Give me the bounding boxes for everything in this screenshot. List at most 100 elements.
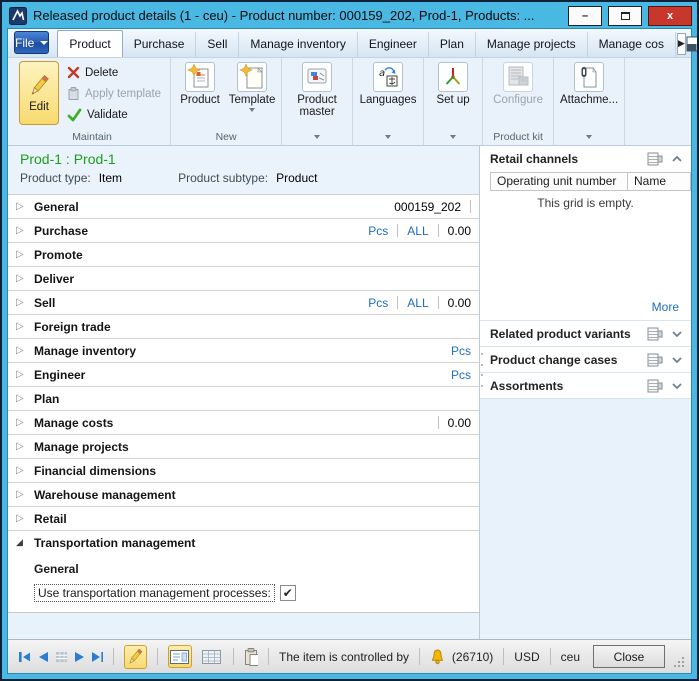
close-button[interactable]: Close (593, 645, 665, 668)
section-row[interactable]: ▷ Manage inventory Pcs (8, 339, 479, 363)
expander-icon[interactable]: ▷ (16, 465, 34, 476)
ribbon-tab[interactable]: Manage inventory (239, 32, 357, 57)
grid-icon[interactable] (647, 379, 663, 393)
column-header[interactable]: Name (628, 172, 691, 191)
section-row[interactable]: ▷ Retail (8, 507, 479, 531)
chevron-down-icon[interactable] (671, 356, 683, 364)
factbox-retail-channels-header[interactable]: Retail channels (480, 146, 691, 172)
languages-button[interactable]: a Languages (358, 61, 418, 106)
section-row[interactable]: ▷ General 000159_202 (8, 195, 479, 219)
configure-button[interactable]: Configure (488, 61, 548, 106)
section-row[interactable]: ▷ Foreign trade (8, 315, 479, 339)
group-dropdown-languages[interactable] (358, 129, 418, 145)
file-menu-button[interactable]: File (14, 31, 49, 54)
paste-icon[interactable] (244, 648, 258, 666)
group-dropdown-attachments[interactable] (559, 129, 619, 145)
more-link[interactable]: More (480, 298, 691, 320)
close-window-button[interactable]: x (648, 6, 692, 26)
maximize-button[interactable] (608, 6, 642, 26)
section-row[interactable]: ▷ Sell PcsALL0.00 (8, 291, 479, 315)
expander-icon[interactable]: ▷ (16, 345, 34, 356)
ribbon-tab[interactable]: Engineer (358, 32, 429, 57)
delete-button[interactable]: Delete (63, 62, 165, 83)
expander-icon[interactable]: ▷ (16, 273, 34, 284)
expander-icon[interactable]: ▷ (16, 321, 34, 332)
ribbon-tab[interactable]: Sell (196, 32, 239, 57)
section-title: Manage costs (34, 416, 113, 430)
tab-scroll-right-button[interactable]: ▶ (677, 33, 686, 55)
section-value[interactable]: Pcs (368, 224, 388, 238)
expander-icon[interactable]: ▷ (16, 489, 34, 500)
expander-icon[interactable]: ▷ (16, 513, 34, 524)
grid-icon[interactable] (647, 327, 663, 341)
first-record-icon[interactable] (18, 651, 30, 663)
company-indicator[interactable]: ceu (561, 650, 580, 664)
next-record-icon[interactable] (74, 651, 84, 663)
section-value[interactable]: ALL (407, 296, 428, 310)
section-value[interactable]: Pcs (451, 368, 471, 382)
expander-icon[interactable]: ▷ (16, 417, 34, 428)
section-row[interactable]: ▷ Warehouse management (8, 483, 479, 507)
section-row[interactable]: ▷ Deliver (8, 267, 479, 291)
product-master-button[interactable]: Product master (287, 61, 347, 118)
expander-icon[interactable]: ▷ (16, 393, 34, 404)
new-product-button[interactable]: Product (176, 61, 224, 106)
expander-icon[interactable]: ▷ (16, 441, 34, 452)
section-value[interactable]: Pcs (368, 296, 388, 310)
layout-toggle-icon[interactable] (686, 36, 699, 52)
notification-count[interactable]: (26710) (452, 650, 493, 664)
ribbon-tab[interactable]: Product (57, 30, 122, 57)
grid-navigation-icon[interactable] (55, 651, 67, 663)
expander-icon[interactable]: ▷ (16, 369, 34, 380)
set-up-button[interactable]: Set up (429, 61, 477, 106)
expander-icon[interactable]: ▷ (16, 249, 34, 260)
expander-icon[interactable]: ▷ (16, 225, 34, 236)
edit-button[interactable]: Edit (19, 61, 59, 125)
chevron-up-icon[interactable] (671, 155, 683, 163)
section-row[interactable]: ▷ Plan (8, 387, 479, 411)
ribbon-tab[interactable]: Purchase (123, 32, 197, 57)
ribbon-tab[interactable]: Plan (429, 32, 476, 57)
column-header[interactable]: Operating unit number (490, 172, 628, 191)
factbox-panel-header[interactable]: Related product variants (480, 321, 691, 347)
attachments-button[interactable]: Attachme... (559, 61, 619, 106)
chevron-down-icon[interactable] (671, 330, 683, 338)
section-value[interactable]: Pcs (451, 344, 471, 358)
app-window-icon[interactable] (9, 7, 27, 25)
section-row[interactable]: ▷ Purchase PcsALL0.00 (8, 219, 479, 243)
group-dropdown-product-master[interactable] (287, 129, 347, 145)
factbox-title: Retail channels (490, 152, 639, 166)
section-value[interactable]: ALL (407, 224, 428, 238)
notification-bell-icon[interactable] (430, 649, 445, 665)
previous-record-icon[interactable] (37, 651, 47, 663)
section-row[interactable]: ▷ Manage projects (8, 435, 479, 459)
expander-icon[interactable]: ▷ (16, 297, 34, 308)
expander-icon[interactable]: ◢ (16, 538, 34, 548)
resize-grip[interactable] (674, 657, 685, 668)
validate-button[interactable]: Validate (63, 104, 165, 125)
grid-icon[interactable] (647, 152, 663, 166)
ribbon-tab[interactable]: Manage projects (476, 32, 588, 57)
factbox-panel-header[interactable]: Assortments (480, 373, 691, 399)
factbox-panel-header[interactable]: Product change cases (480, 347, 691, 373)
section-row[interactable]: ▷ Manage costs 0.00 (8, 411, 479, 435)
expander-icon[interactable]: ▷ (16, 201, 34, 212)
details-view-toggle[interactable] (168, 645, 193, 668)
minimize-button[interactable]: – (568, 6, 602, 26)
grid-icon[interactable] (647, 353, 663, 367)
factbox-splitter-handle[interactable] (480, 351, 484, 389)
ribbon-tab[interactable]: Manage cos (588, 32, 676, 57)
group-dropdown-set-up[interactable] (429, 129, 477, 145)
chevron-down-icon[interactable] (671, 382, 683, 390)
tm-checkbox[interactable]: ✔ (280, 585, 296, 601)
edit-mode-toggle[interactable] (124, 645, 147, 669)
grid-view-toggle[interactable] (199, 645, 223, 668)
new-template-button[interactable]: Template (228, 61, 276, 112)
apply-template-button[interactable]: Apply template (63, 83, 165, 104)
section-row[interactable]: ◢ Transportation management (8, 531, 479, 555)
section-row[interactable]: ▷ Financial dimensions (8, 459, 479, 483)
currency-indicator[interactable]: USD (514, 650, 539, 664)
section-row[interactable]: ▷ Engineer Pcs (8, 363, 479, 387)
last-record-icon[interactable] (91, 651, 103, 663)
section-row[interactable]: ▷ Promote (8, 243, 479, 267)
